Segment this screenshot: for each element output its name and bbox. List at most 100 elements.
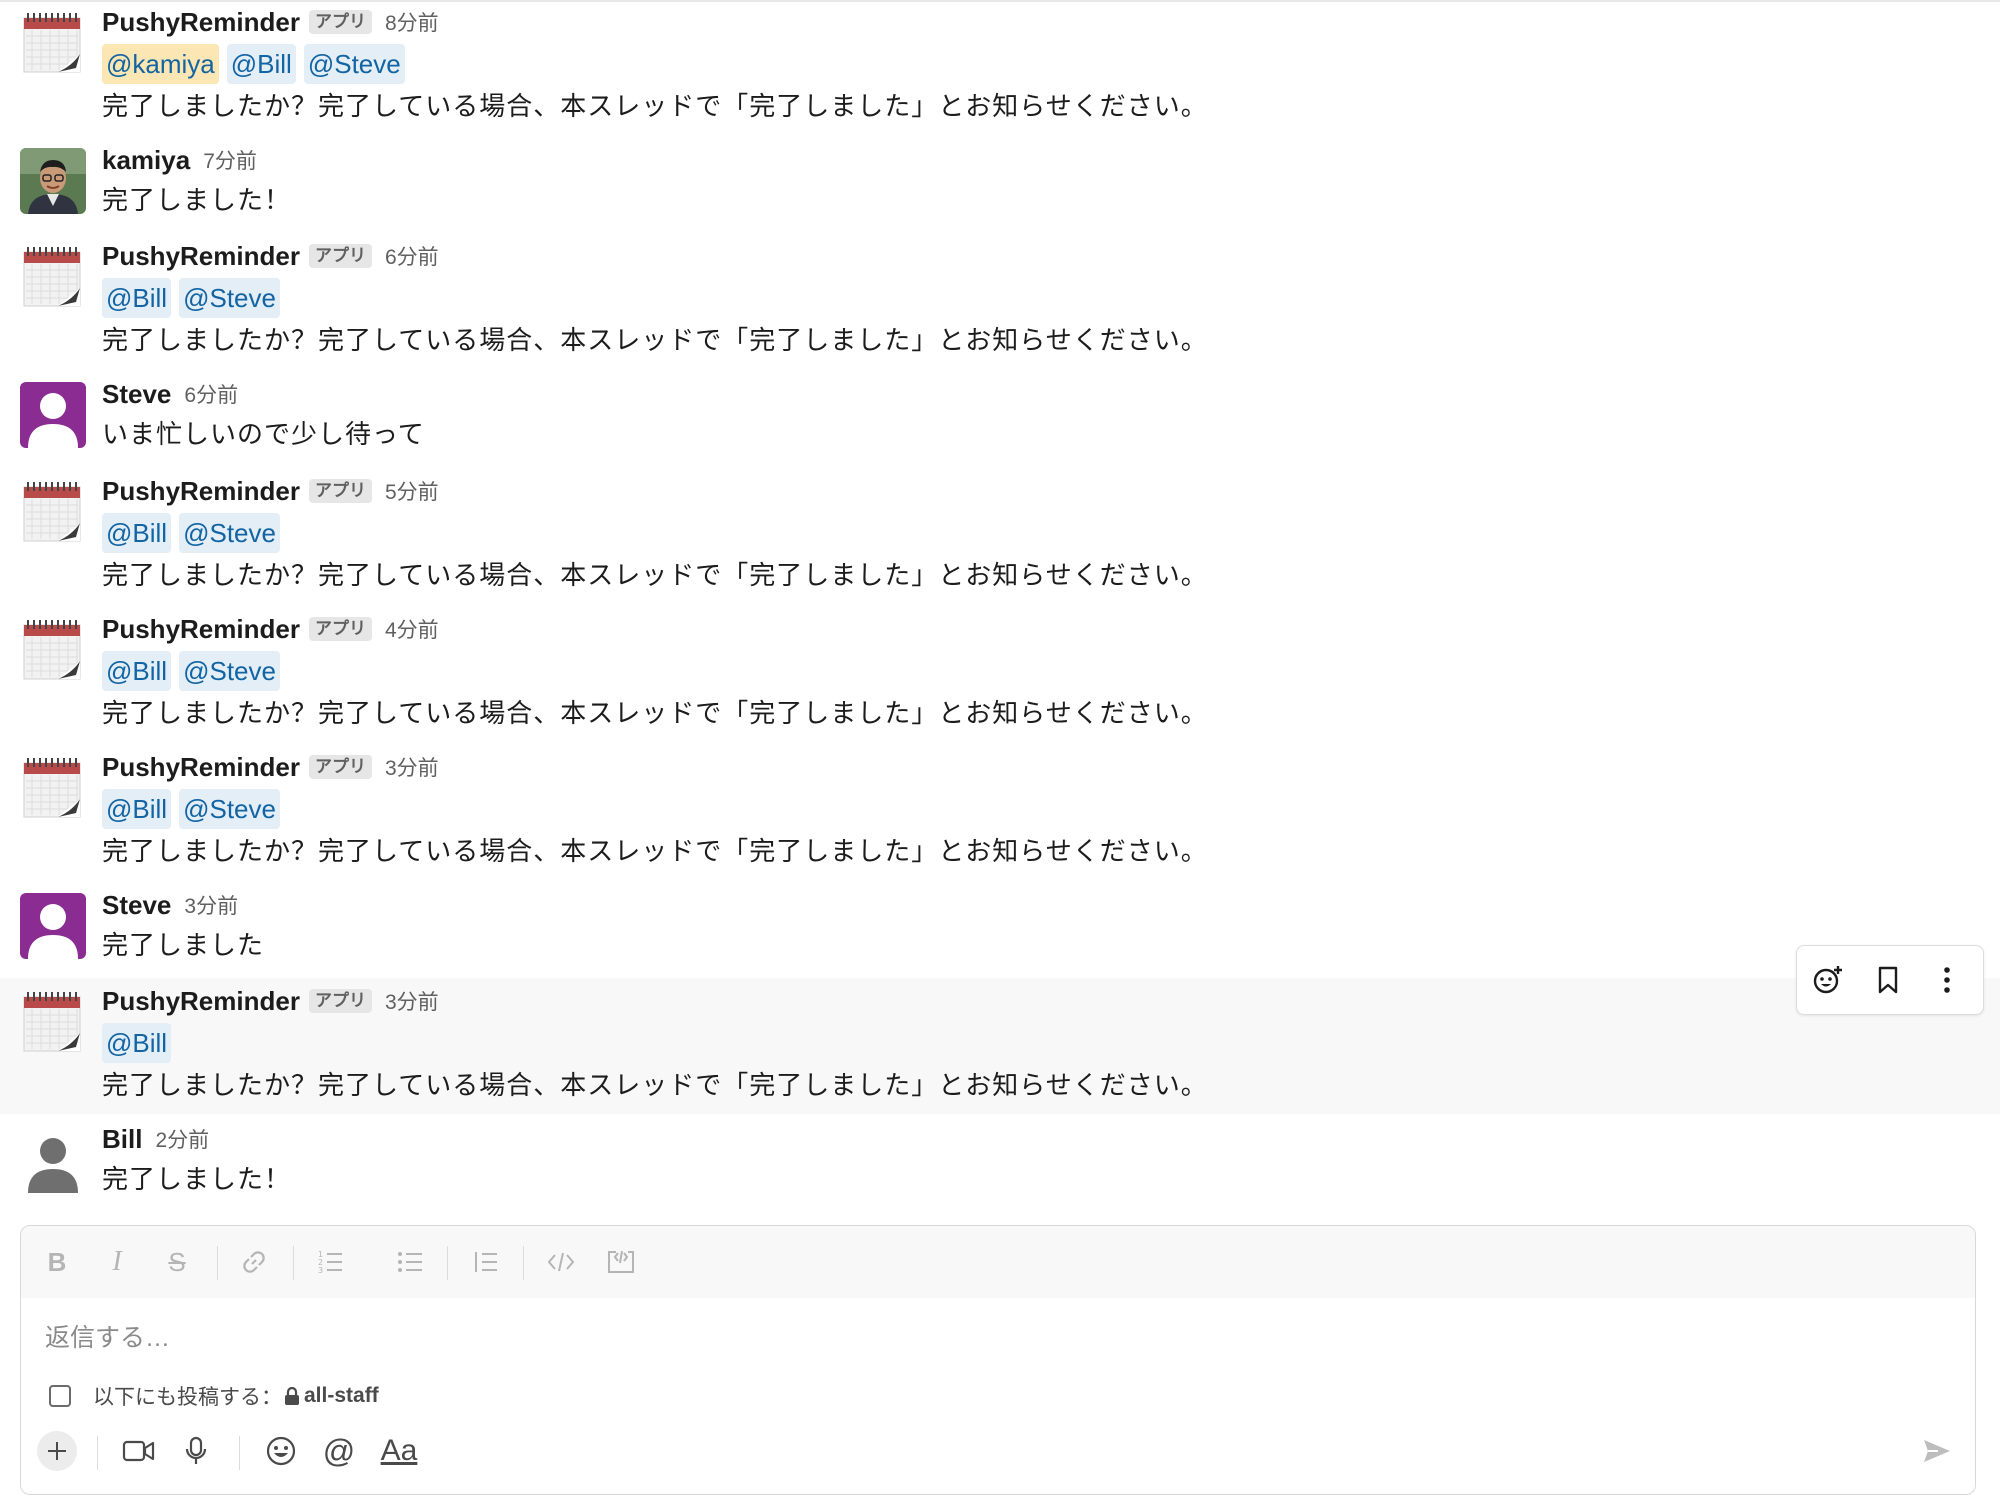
message-header: Bill 2分前 (102, 1121, 209, 1157)
user-mention[interactable]: @kamiya (102, 44, 219, 84)
purple-user-avatar[interactable] (20, 893, 86, 959)
user-mention[interactable]: @Steve (303, 44, 405, 84)
user-mention[interactable]: @Bill (102, 789, 172, 829)
bookmark-icon[interactable] (1871, 963, 1905, 997)
gray-user-avatar[interactable] (20, 1127, 86, 1193)
sender-name[interactable]: Steve (102, 379, 171, 410)
user-mention[interactable]: @Steve (179, 651, 280, 691)
message-text: 完了しましたか？完了している場合、本スレッドで「完了しました」とお知らせください… (102, 836, 1208, 866)
emoji-icon[interactable] (263, 1431, 299, 1471)
code-block-icon[interactable] (605, 1246, 637, 1278)
bold-icon[interactable]: B (43, 1246, 71, 1278)
also-post-text: 以下にも投稿する： (93, 1386, 282, 1409)
toolbar-divider (523, 1246, 524, 1280)
sender-name[interactable]: Steve (102, 890, 171, 921)
message-header: kamiya 7分前 (102, 142, 257, 178)
purple-user-avatar[interactable] (20, 382, 86, 448)
sender-name[interactable]: Bill (102, 1124, 142, 1155)
add-reaction-icon[interactable] (1811, 963, 1845, 997)
message-header: Steve 6分前 (102, 376, 238, 412)
timestamp[interactable]: 3分前 (184, 890, 238, 920)
app-badge: アプリ (308, 617, 372, 641)
message-text: 完了しました！ (102, 185, 292, 215)
app-badge: アプリ (308, 479, 372, 503)
mention-icon[interactable]: @ (321, 1431, 357, 1471)
app-badge: アプリ (308, 989, 372, 1013)
timestamp[interactable]: 6分前 (184, 379, 238, 409)
sender-name[interactable]: PushyReminder (102, 7, 300, 38)
sender-name[interactable]: PushyReminder (102, 986, 300, 1017)
user-mention[interactable]: @Bill (226, 44, 296, 84)
toolbar-divider (447, 1246, 448, 1280)
toolbar-divider (293, 1246, 294, 1280)
formatting-toolbar: B I S 123 (21, 1226, 1975, 1298)
ordered-list-icon[interactable]: 123 (315, 1246, 345, 1278)
bulleted-list-icon[interactable] (395, 1246, 425, 1278)
mention-row: @Bill @Steve (102, 513, 280, 553)
svg-text:3: 3 (318, 1266, 323, 1275)
app-badge: アプリ (308, 755, 372, 779)
timestamp[interactable]: 8分前 (385, 7, 439, 37)
photo-avatar[interactable] (20, 148, 86, 214)
italic-icon[interactable]: I (103, 1246, 131, 1278)
user-mention[interactable]: @Steve (179, 278, 280, 318)
timestamp[interactable]: 6分前 (385, 241, 439, 271)
calendar-avatar[interactable] (20, 244, 86, 310)
composer-divider (239, 1436, 240, 1470)
message-header: PushyReminder アプリ 4分前 (102, 611, 439, 647)
message-header: PushyReminder アプリ 8分前 (102, 4, 439, 40)
sender-name[interactable]: PushyReminder (102, 241, 300, 272)
calendar-avatar[interactable] (20, 617, 86, 683)
timestamp[interactable]: 3分前 (385, 752, 439, 782)
link-icon[interactable] (239, 1246, 269, 1278)
strikethrough-icon[interactable]: S (163, 1246, 191, 1278)
message-header: PushyReminder アプリ 3分前 (102, 983, 439, 1019)
message-text: 完了しましたか？完了している場合、本スレッドで「完了しました」とお知らせください… (102, 560, 1208, 590)
video-icon[interactable] (121, 1431, 157, 1471)
sender-name[interactable]: kamiya (102, 145, 190, 176)
user-mention[interactable]: @Bill (102, 278, 172, 318)
user-mention[interactable]: @Bill (102, 1023, 172, 1063)
sender-name[interactable]: PushyReminder (102, 752, 300, 783)
calendar-avatar[interactable] (20, 479, 86, 545)
channel-name: all-staff (304, 1384, 379, 1407)
timestamp[interactable]: 2分前 (155, 1124, 209, 1154)
microphone-icon[interactable] (181, 1431, 211, 1471)
user-mention[interactable]: @Steve (179, 789, 280, 829)
more-actions-icon[interactable] (1930, 963, 1964, 997)
mention-row: @Bill @Steve (102, 651, 280, 691)
app-badge: アプリ (308, 244, 372, 268)
user-mention[interactable]: @Steve (179, 513, 280, 553)
mention-row: @kamiya @Bill @Steve (102, 44, 405, 84)
top-divider (0, 0, 2000, 2)
lock-icon (284, 1387, 300, 1405)
timestamp[interactable]: 4分前 (385, 614, 439, 644)
message-text: 完了しました！ (102, 1164, 292, 1194)
plus-icon[interactable] (37, 1431, 77, 1471)
text-format-icon[interactable]: Aa (379, 1431, 419, 1471)
mention-row: @Bill @Steve (102, 278, 280, 318)
calendar-avatar[interactable] (20, 989, 86, 1055)
user-mention[interactable]: @Bill (102, 651, 172, 691)
send-icon[interactable] (1919, 1431, 1955, 1471)
message-text: 完了しました (102, 930, 265, 960)
reply-composer: B I S 123 返信する… 以下にも投稿する： all-staff @ Aa (20, 1225, 1976, 1495)
user-mention[interactable]: @Bill (102, 513, 172, 553)
mention-row: @Bill @Steve (102, 789, 280, 829)
message-header: PushyReminder アプリ 6分前 (102, 238, 439, 274)
code-icon[interactable] (545, 1246, 577, 1278)
reply-input[interactable]: 返信する… (45, 1318, 170, 1354)
calendar-avatar[interactable] (20, 755, 86, 821)
also-post-checkbox[interactable] (49, 1385, 71, 1407)
calendar-avatar[interactable] (20, 10, 86, 76)
app-badge: アプリ (308, 10, 372, 34)
composer-divider (97, 1436, 98, 1470)
blockquote-icon[interactable] (471, 1246, 501, 1278)
sender-name[interactable]: PushyReminder (102, 476, 300, 507)
sender-name[interactable]: PushyReminder (102, 614, 300, 645)
timestamp[interactable]: 5分前 (385, 476, 439, 506)
timestamp[interactable]: 7分前 (203, 145, 257, 175)
message-hover-toolbar (1796, 945, 1984, 1015)
timestamp[interactable]: 3分前 (385, 986, 439, 1016)
message-text: 完了しましたか？完了している場合、本スレッドで「完了しました」とお知らせください… (102, 1070, 1208, 1100)
